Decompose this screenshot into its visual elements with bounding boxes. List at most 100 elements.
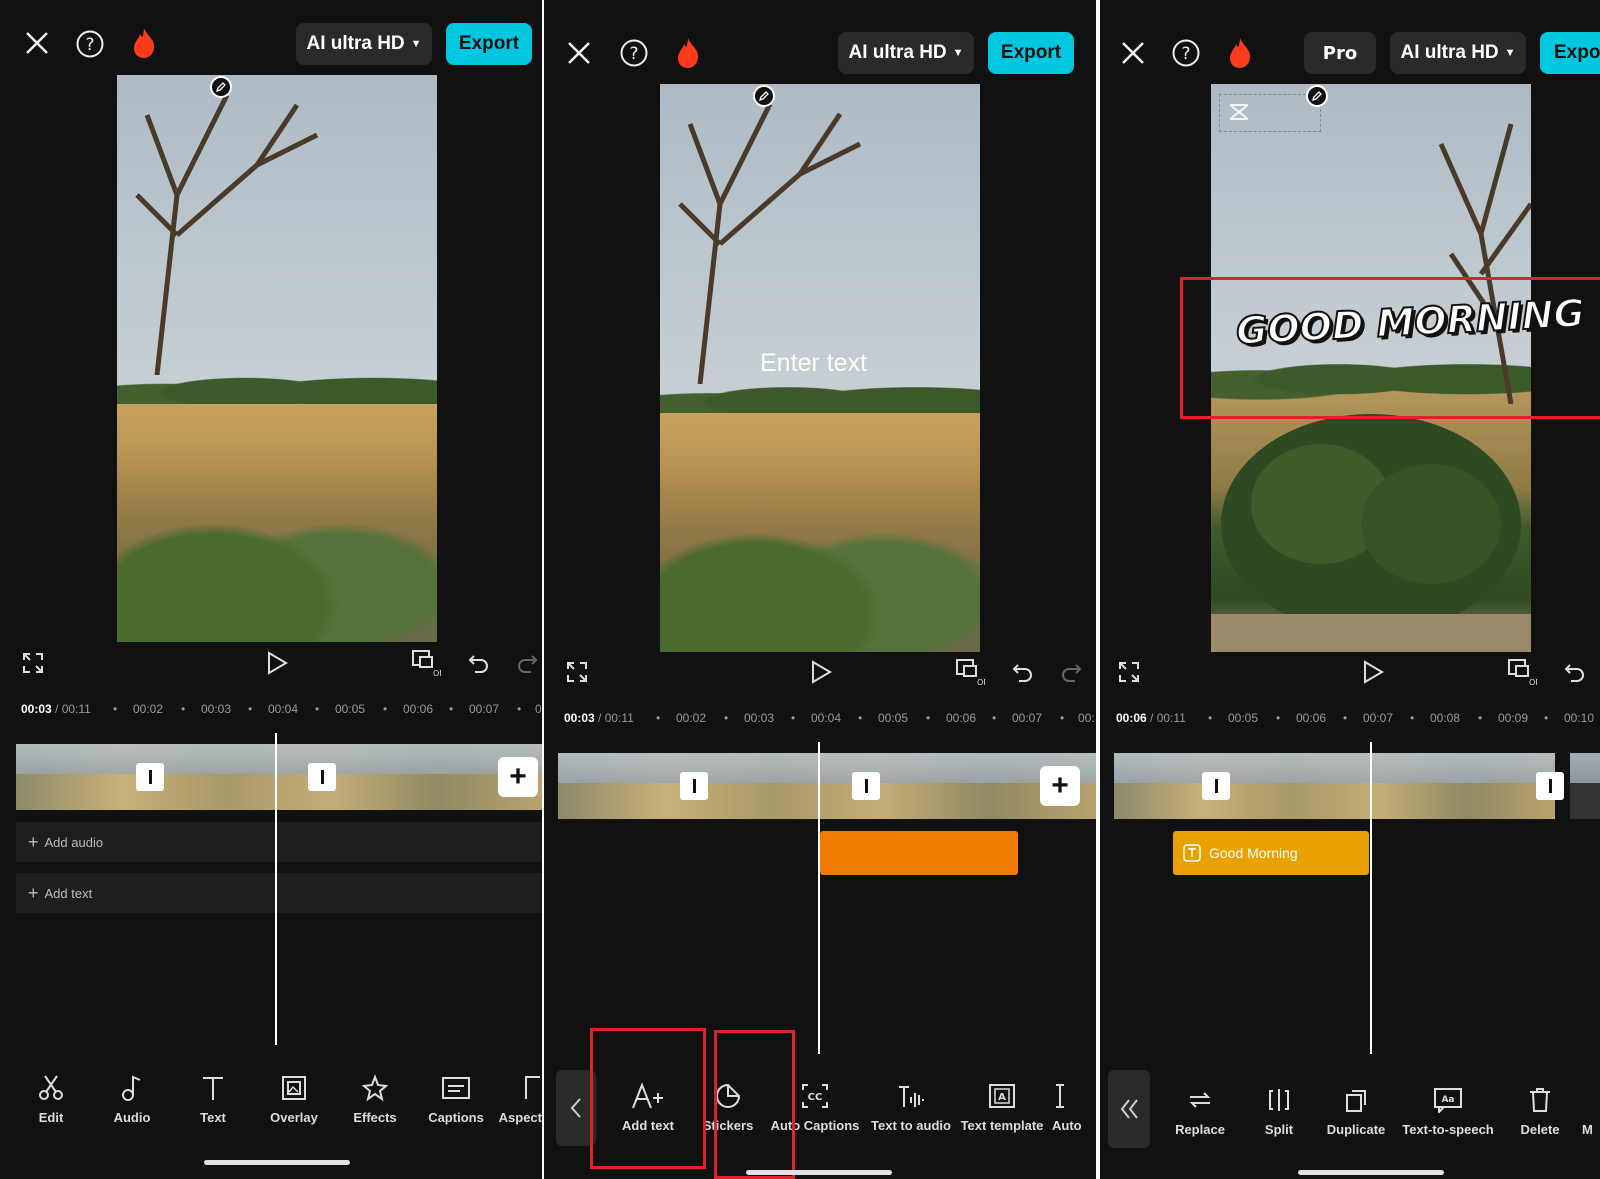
text-clip-good-morning[interactable]: Good Morning — [1173, 831, 1369, 875]
play-icon[interactable] — [264, 650, 290, 676]
total-time: / 00:11 — [594, 711, 634, 725]
ruler-tick: 00:09 — [1498, 711, 1529, 725]
effects-tool[interactable]: Effects — [324, 1072, 426, 1125]
add-clip-button[interactable]: + — [1040, 766, 1080, 806]
auto-tool[interactable]: Auto — [1052, 1080, 1096, 1133]
playhead[interactable] — [818, 742, 820, 1054]
ruler-tick: 00:07 — [1363, 711, 1394, 725]
captions-label: Captions — [428, 1110, 484, 1125]
new-text-clip[interactable] — [820, 831, 1018, 875]
total-time: / 00:11 — [51, 702, 91, 716]
video-track[interactable] — [558, 753, 1096, 819]
fire-icon[interactable] — [130, 26, 158, 60]
home-indicator[interactable] — [204, 1160, 350, 1165]
preview-on-icon[interactable]: ON — [954, 657, 986, 687]
editor-panel-3: ? Pro AI ultra HD ▼ Expo GOOD MORNING ON… — [1100, 0, 1600, 1179]
captions-tool[interactable]: Captions — [426, 1072, 486, 1125]
auto-label: Auto — [1052, 1118, 1082, 1133]
text-template-icon: A — [989, 1084, 1015, 1108]
pro-badge[interactable]: Pro — [1304, 32, 1376, 74]
video-preview[interactable] — [117, 75, 437, 642]
double-chevron-left-icon — [1120, 1099, 1138, 1119]
edit-tool[interactable]: Edit — [0, 1072, 102, 1125]
audio-tool[interactable]: Audio — [102, 1072, 162, 1125]
undo-icon[interactable] — [1010, 659, 1036, 685]
home-indicator[interactable] — [746, 1170, 892, 1175]
more-tool[interactable]: M — [1582, 1084, 1600, 1137]
export-button[interactable]: Export — [988, 32, 1074, 74]
fullscreen-icon[interactable] — [1116, 659, 1142, 685]
help-icon[interactable]: ? — [74, 28, 106, 60]
undo-icon[interactable] — [1562, 659, 1588, 685]
video-track[interactable] — [16, 744, 542, 810]
add-text-track[interactable]: + Add text — [16, 873, 542, 913]
svg-text:?: ? — [85, 35, 94, 55]
help-icon[interactable]: ? — [1170, 37, 1202, 69]
fire-icon[interactable] — [674, 36, 702, 70]
fullscreen-icon[interactable] — [20, 650, 46, 676]
transition-button[interactable] — [308, 763, 336, 791]
video-preview[interactable]: Enter text — [660, 84, 980, 652]
transition-button[interactable] — [1536, 772, 1564, 800]
transition-button[interactable] — [1202, 772, 1230, 800]
add-audio-track[interactable]: + Add audio — [16, 822, 542, 862]
text-clip-label: Good Morning — [1209, 845, 1298, 861]
ai-ultra-hd-dropdown[interactable]: AI ultra HD ▼ — [838, 32, 974, 74]
plus-icon: + — [28, 882, 39, 903]
text-label: Text — [200, 1110, 226, 1125]
duplicate-tool[interactable]: Duplicate — [1314, 1084, 1398, 1137]
playhead[interactable] — [275, 733, 277, 1045]
fullscreen-icon[interactable] — [564, 659, 590, 685]
ruler-tick: 00:04 — [268, 702, 299, 716]
close-icon[interactable] — [1118, 38, 1148, 68]
auto-icon — [1056, 1084, 1064, 1108]
overlay-tool[interactable]: Overlay — [264, 1072, 324, 1125]
text-placeholder-overlay[interactable]: Enter text — [760, 349, 867, 378]
time-ruler: 00:06 / 00:11 • 00:05 • 00:06 • 00:07 • 00:0… — [1116, 711, 1595, 725]
redo-icon[interactable] — [514, 650, 540, 676]
fire-icon[interactable] — [1226, 36, 1254, 70]
text-to-audio-tool[interactable]: Text to audio — [870, 1080, 952, 1133]
preview-on-icon[interactable]: ON — [410, 648, 442, 678]
chevron-left-icon — [570, 1098, 581, 1118]
replace-tool[interactable]: Replace — [1156, 1084, 1244, 1137]
home-indicator[interactable] — [1298, 1170, 1444, 1175]
edit-cover-icon[interactable] — [753, 85, 775, 107]
edit-cover-icon[interactable] — [1306, 85, 1328, 107]
split-tool[interactable]: Split — [1244, 1084, 1314, 1137]
plus-icon: + — [28, 831, 39, 852]
edit-cover-icon[interactable] — [210, 76, 232, 98]
video-track-end[interactable] — [1570, 753, 1600, 819]
text-to-audio-icon — [899, 1086, 924, 1107]
export-button[interactable]: Expo — [1540, 32, 1600, 74]
playhead[interactable] — [1370, 742, 1372, 1054]
delete-label: Delete — [1520, 1122, 1560, 1137]
transition-button[interactable] — [852, 772, 880, 800]
collapse-toolbar-button[interactable] — [1108, 1070, 1150, 1148]
edit-label: Edit — [38, 1110, 64, 1125]
text-to-speech-tool[interactable]: Aa Text-to-speech — [1398, 1084, 1498, 1137]
help-icon[interactable]: ? — [618, 37, 650, 69]
redo-icon[interactable] — [1058, 659, 1084, 685]
play-icon[interactable] — [1360, 659, 1386, 685]
close-icon[interactable] — [22, 28, 52, 58]
transition-button[interactable] — [136, 763, 164, 791]
undo-icon[interactable] — [466, 650, 492, 676]
play-icon[interactable] — [808, 659, 834, 685]
split-icon — [1269, 1089, 1289, 1111]
text-template-tool[interactable]: A Text template — [952, 1080, 1052, 1133]
video-track[interactable] — [1114, 753, 1555, 819]
preview-on-icon[interactable]: ON — [1506, 657, 1538, 687]
add-clip-button[interactable]: + — [498, 757, 538, 797]
aspect-tool[interactable]: Aspect — [486, 1072, 542, 1125]
text-tool[interactable]: Text — [162, 1072, 264, 1125]
editor-panel-1: ? AI ultra HD ▼ Export ON 00:03 / 00:11 … — [0, 0, 542, 1179]
ai-ultra-hd-dropdown[interactable]: AI ultra HD ▼ — [296, 23, 432, 65]
scissors-icon — [39, 1075, 63, 1100]
delete-tool[interactable]: Delete — [1498, 1084, 1582, 1137]
ai-ultra-hd-dropdown[interactable]: AI ultra HD ▼ — [1390, 32, 1526, 74]
text-to-audio-label: Text to audio — [871, 1118, 951, 1133]
export-button[interactable]: Export — [446, 23, 532, 65]
close-icon[interactable] — [564, 38, 594, 68]
transition-button[interactable] — [680, 772, 708, 800]
